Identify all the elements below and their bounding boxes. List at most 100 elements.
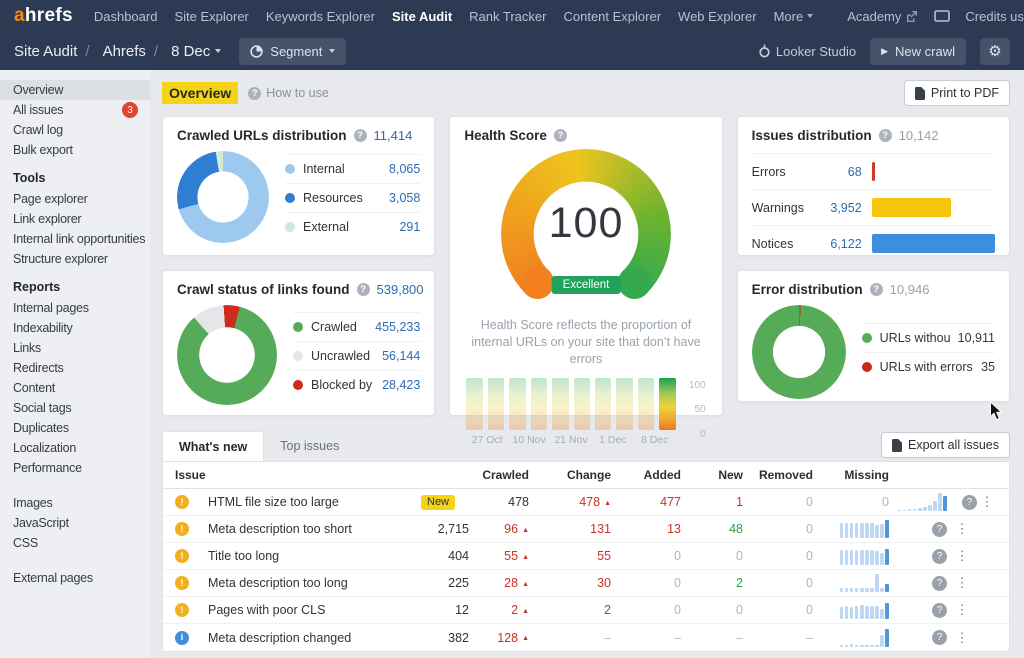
nav-item[interactable]: Content Explorer — [563, 9, 661, 24]
breadcrumb-item[interactable]: 8 Dec — [146, 43, 221, 60]
nav-item[interactable]: Site Explorer — [174, 9, 248, 24]
sidebar-item[interactable] — [0, 478, 150, 493]
breadcrumb-item[interactable]: Site Audit — [14, 43, 77, 60]
column-header-missing[interactable]: Missing — [813, 468, 889, 482]
kebab-menu-icon[interactable]: ⋮ — [956, 630, 969, 646]
severity-count[interactable]: 68 — [822, 165, 862, 179]
nav-item-academy[interactable]: Academy — [847, 9, 917, 24]
nav-item[interactable]: Site Audit — [392, 9, 452, 24]
credits-usage-menu[interactable]: Credits usage — [965, 9, 1024, 24]
column-header-new[interactable]: New — [681, 468, 743, 482]
sidebar-item[interactable]: Internal pages — [0, 298, 150, 318]
sidebar-item[interactable]: Crawl log — [0, 120, 150, 140]
ahrefs-logo[interactable]: ahrefs — [14, 5, 73, 27]
help-icon[interactable] — [962, 495, 977, 510]
sidebar-item[interactable]: Reports — [0, 269, 150, 298]
sidebar-item[interactable]: Bulk export — [0, 140, 150, 160]
help-icon[interactable] — [879, 129, 892, 142]
segment-button[interactable]: Segment — [239, 38, 346, 65]
legend-value[interactable]: 28,423 — [382, 378, 420, 392]
help-icon[interactable] — [932, 576, 947, 591]
issue-row[interactable]: Title too long 404 55 55 0 0 0 ⋮ — [163, 543, 1009, 570]
legend-value[interactable]: 56,144 — [382, 349, 420, 363]
issue-name[interactable]: Pages with poor CLS — [199, 603, 421, 617]
sidebar-item[interactable]: Internal link opportunities — [0, 229, 150, 249]
column-header-crawled[interactable]: Crawled — [469, 468, 529, 482]
nav-item[interactable]: Rank Tracker — [469, 9, 546, 24]
monitor-icon[interactable] — [934, 10, 950, 23]
nav-item[interactable]: Dashboard — [94, 9, 158, 24]
help-icon[interactable] — [554, 129, 567, 142]
issue-name[interactable]: Title too long — [199, 549, 421, 563]
issue-name[interactable]: Meta description changed — [199, 631, 421, 645]
settings-button[interactable]: ⚙ — [980, 38, 1010, 65]
sidebar-item[interactable] — [0, 553, 150, 568]
sidebar-item[interactable]: Images — [0, 493, 150, 513]
issues-tab[interactable]: What's new — [162, 431, 264, 461]
nav-item[interactable]: Web Explorer — [678, 9, 757, 24]
crawled-urls-count[interactable]: 11,414 — [374, 128, 413, 143]
legend-value[interactable]: 455,233 — [375, 320, 420, 334]
sidebar-item[interactable]: Localization — [0, 438, 150, 458]
issue-row[interactable]: Meta description too long 225 28 30 0 2 … — [163, 570, 1009, 597]
sidebar-item[interactable]: Page explorer — [0, 189, 150, 209]
issue-name[interactable]: HTML file size too large — [199, 495, 421, 509]
severity-count[interactable]: 6,122 — [822, 237, 862, 251]
sidebar-item[interactable]: Social tags — [0, 398, 150, 418]
kebab-menu-icon[interactable]: ⋮ — [956, 548, 969, 564]
sidebar-item[interactable]: Performance — [0, 458, 150, 478]
breadcrumb-item[interactable]: Ahrefs — [77, 43, 146, 60]
sidebar-item[interactable]: Tools — [0, 160, 150, 189]
sidebar-item[interactable]: Redirects — [0, 358, 150, 378]
help-icon[interactable] — [932, 603, 947, 618]
legend-value[interactable]: 3,058 — [389, 191, 420, 205]
column-header-removed[interactable]: Removed — [743, 468, 813, 482]
column-header-issue[interactable]: Issue — [175, 468, 421, 482]
links-found-count[interactable]: 539,800 — [377, 282, 424, 297]
print-to-pdf-button[interactable]: Print to PDF — [904, 80, 1010, 106]
new-value: 13 — [611, 522, 681, 536]
sidebar-item[interactable]: Structure explorer — [0, 249, 150, 269]
sidebar-item[interactable]: JavaScript — [0, 513, 150, 533]
new-crawl-button[interactable]: ▶ New crawl — [870, 38, 966, 65]
help-icon[interactable] — [354, 129, 367, 142]
legend-value[interactable]: 291 — [399, 220, 420, 234]
kebab-menu-icon[interactable]: ⋮ — [956, 602, 969, 618]
column-header-added[interactable]: Added — [611, 468, 681, 482]
sidebar-item[interactable]: Links — [0, 338, 150, 358]
issue-name[interactable]: Meta description too short — [199, 522, 421, 536]
sidebar-item[interactable]: Overview — [0, 80, 150, 100]
issue-row[interactable]: Meta description too short 2,715 96 131 … — [163, 516, 1009, 543]
issue-name[interactable]: Meta description too long — [199, 576, 421, 590]
sidebar-item[interactable]: All issues 3 — [0, 100, 150, 120]
looker-studio-link[interactable]: Looker Studio — [759, 44, 856, 59]
kebab-menu-icon[interactable]: ⋮ — [956, 521, 969, 537]
sidebar-item[interactable]: CSS — [0, 533, 150, 553]
issue-row[interactable]: Pages with poor CLS 12 2 2 0 0 0 ⋮ — [163, 597, 1009, 624]
sidebar-item[interactable]: Link explorer — [0, 209, 150, 229]
issue-row[interactable]: HTML file size too large New 478 478 477… — [163, 489, 1009, 516]
nav-item[interactable]: More — [774, 9, 814, 24]
page-header: Overview How to use Print to PDF — [162, 80, 1010, 106]
nav-item[interactable]: Keywords Explorer — [266, 9, 375, 24]
export-all-issues-button[interactable]: Export all issues — [881, 432, 1010, 458]
help-icon[interactable] — [870, 283, 883, 296]
sidebar-item[interactable]: Duplicates — [0, 418, 150, 438]
kebab-menu-icon[interactable]: ⋮ — [956, 575, 969, 591]
sidebar-item[interactable]: External pages — [0, 568, 150, 588]
issues-tab[interactable]: Top issues — [264, 431, 355, 461]
change-value: 28 — [469, 576, 529, 590]
column-header-change[interactable]: Change — [529, 468, 611, 482]
issue-row[interactable]: Meta description changed 382 128 – – – – — [163, 624, 1009, 651]
legend-value[interactable]: 8,065 — [389, 162, 420, 176]
help-icon[interactable] — [932, 549, 947, 564]
sidebar-item[interactable]: Indexability — [0, 318, 150, 338]
help-icon[interactable] — [932, 522, 947, 537]
help-icon[interactable] — [932, 630, 947, 645]
severity-count[interactable]: 3,952 — [822, 201, 862, 215]
sidebar-item[interactable]: Content — [0, 378, 150, 398]
kebab-menu-icon[interactable]: ⋮ — [981, 494, 994, 510]
legend-value: 35 — [981, 360, 995, 374]
how-to-use-link[interactable]: How to use — [248, 86, 329, 100]
help-icon[interactable] — [357, 283, 370, 296]
